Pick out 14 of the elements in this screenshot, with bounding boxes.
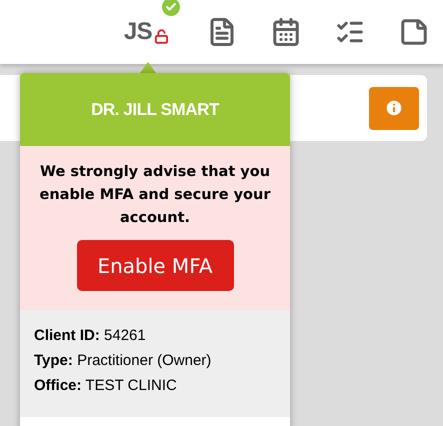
info-icon (384, 98, 404, 118)
user-initials[interactable]: JS (124, 14, 152, 50)
note-icon (399, 17, 429, 47)
mfa-warning: We strongly advise that you enable MFA and secure your account. (38, 163, 272, 228)
calendar-button[interactable] (271, 17, 301, 47)
user-name: DR. JILL SMART (91, 98, 219, 121)
account-detail: Office: TEST CLINIC (34, 376, 177, 395)
info-button[interactable] (369, 86, 419, 130)
account-detail: Client ID: 54261 (34, 326, 146, 345)
enable-mfa-button[interactable]: Enable MFA (76, 240, 234, 291)
check-icon (164, 1, 177, 13)
note-button[interactable] (399, 17, 429, 47)
account-detail: Type: Practitioner (Owner) (34, 351, 212, 370)
calendar-icon (271, 17, 301, 47)
